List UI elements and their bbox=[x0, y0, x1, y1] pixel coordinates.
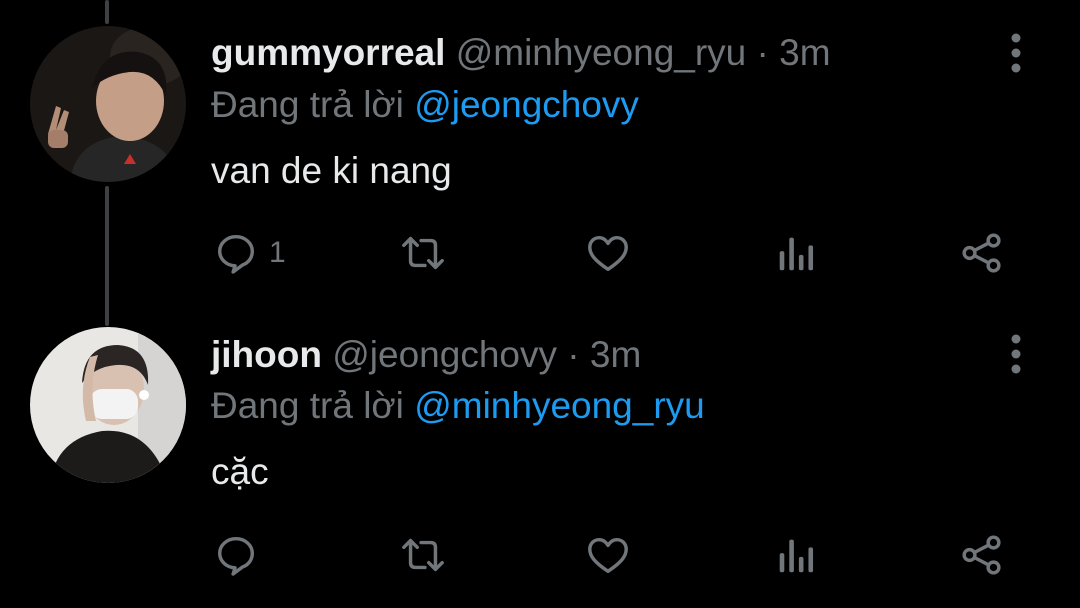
share-button[interactable] bbox=[959, 530, 1005, 580]
reply-count: 1 bbox=[269, 236, 286, 269]
share-icon bbox=[962, 535, 1001, 575]
separator-dot: · bbox=[756, 32, 769, 73]
more-vertical-icon bbox=[1011, 33, 1021, 73]
tweet-header: gummyorreal @minhyeong_ryu · 3m bbox=[211, 31, 831, 75]
more-options-button[interactable] bbox=[1004, 31, 1028, 75]
replying-to: Đang trả lời @minhyeong_ryu bbox=[211, 384, 705, 428]
more-options-button[interactable] bbox=[1004, 332, 1028, 376]
like-icon bbox=[588, 235, 628, 272]
replying-to: Đang trả lời @jeongchovy bbox=[211, 83, 639, 127]
replying-to-label: Đang trả lời bbox=[211, 84, 404, 125]
tweet-text: cặc bbox=[211, 451, 269, 492]
thread-line-top bbox=[105, 0, 109, 24]
avatar-photo bbox=[30, 327, 186, 483]
display-name[interactable]: gummyorreal bbox=[211, 32, 445, 73]
separator-dot: · bbox=[567, 334, 580, 375]
thread-line-connector bbox=[105, 186, 109, 326]
reply-mention-link[interactable]: @minhyeong_ryu bbox=[414, 385, 705, 426]
share-icon bbox=[962, 233, 1001, 273]
analytics-icon bbox=[779, 539, 814, 573]
reply-button[interactable] bbox=[213, 530, 269, 580]
user-handle[interactable]: @minhyeong_ryu bbox=[456, 32, 747, 73]
analytics-icon bbox=[779, 237, 814, 271]
tweet-text: van de ki nang bbox=[211, 150, 452, 191]
like-button[interactable] bbox=[585, 228, 631, 278]
like-button[interactable] bbox=[585, 530, 631, 580]
tweet-header: jihoon @jeongchovy · 3m bbox=[211, 333, 641, 377]
analytics-button[interactable] bbox=[775, 530, 817, 580]
timestamp[interactable]: 3m bbox=[779, 32, 830, 73]
retweet-button[interactable] bbox=[397, 228, 449, 278]
avatar[interactable] bbox=[30, 26, 186, 182]
more-vertical-icon bbox=[1011, 334, 1021, 374]
retweet-button[interactable] bbox=[397, 530, 449, 580]
display-name[interactable]: jihoon bbox=[211, 334, 322, 375]
avatar[interactable] bbox=[30, 327, 186, 483]
retweet-icon bbox=[402, 538, 444, 572]
timestamp[interactable]: 3m bbox=[590, 334, 641, 375]
replying-to-label: Đang trả lời bbox=[211, 385, 404, 426]
like-icon bbox=[588, 537, 628, 574]
reply-icon bbox=[217, 536, 255, 576]
share-button[interactable] bbox=[959, 228, 1005, 278]
avatar-photo bbox=[30, 26, 186, 182]
analytics-button[interactable] bbox=[775, 228, 817, 278]
retweet-icon bbox=[402, 236, 444, 270]
reply-icon bbox=[217, 234, 255, 274]
user-handle[interactable]: @jeongchovy bbox=[332, 334, 557, 375]
reply-button[interactable]: 1 bbox=[213, 228, 286, 278]
reply-mention-link[interactable]: @jeongchovy bbox=[414, 84, 639, 125]
